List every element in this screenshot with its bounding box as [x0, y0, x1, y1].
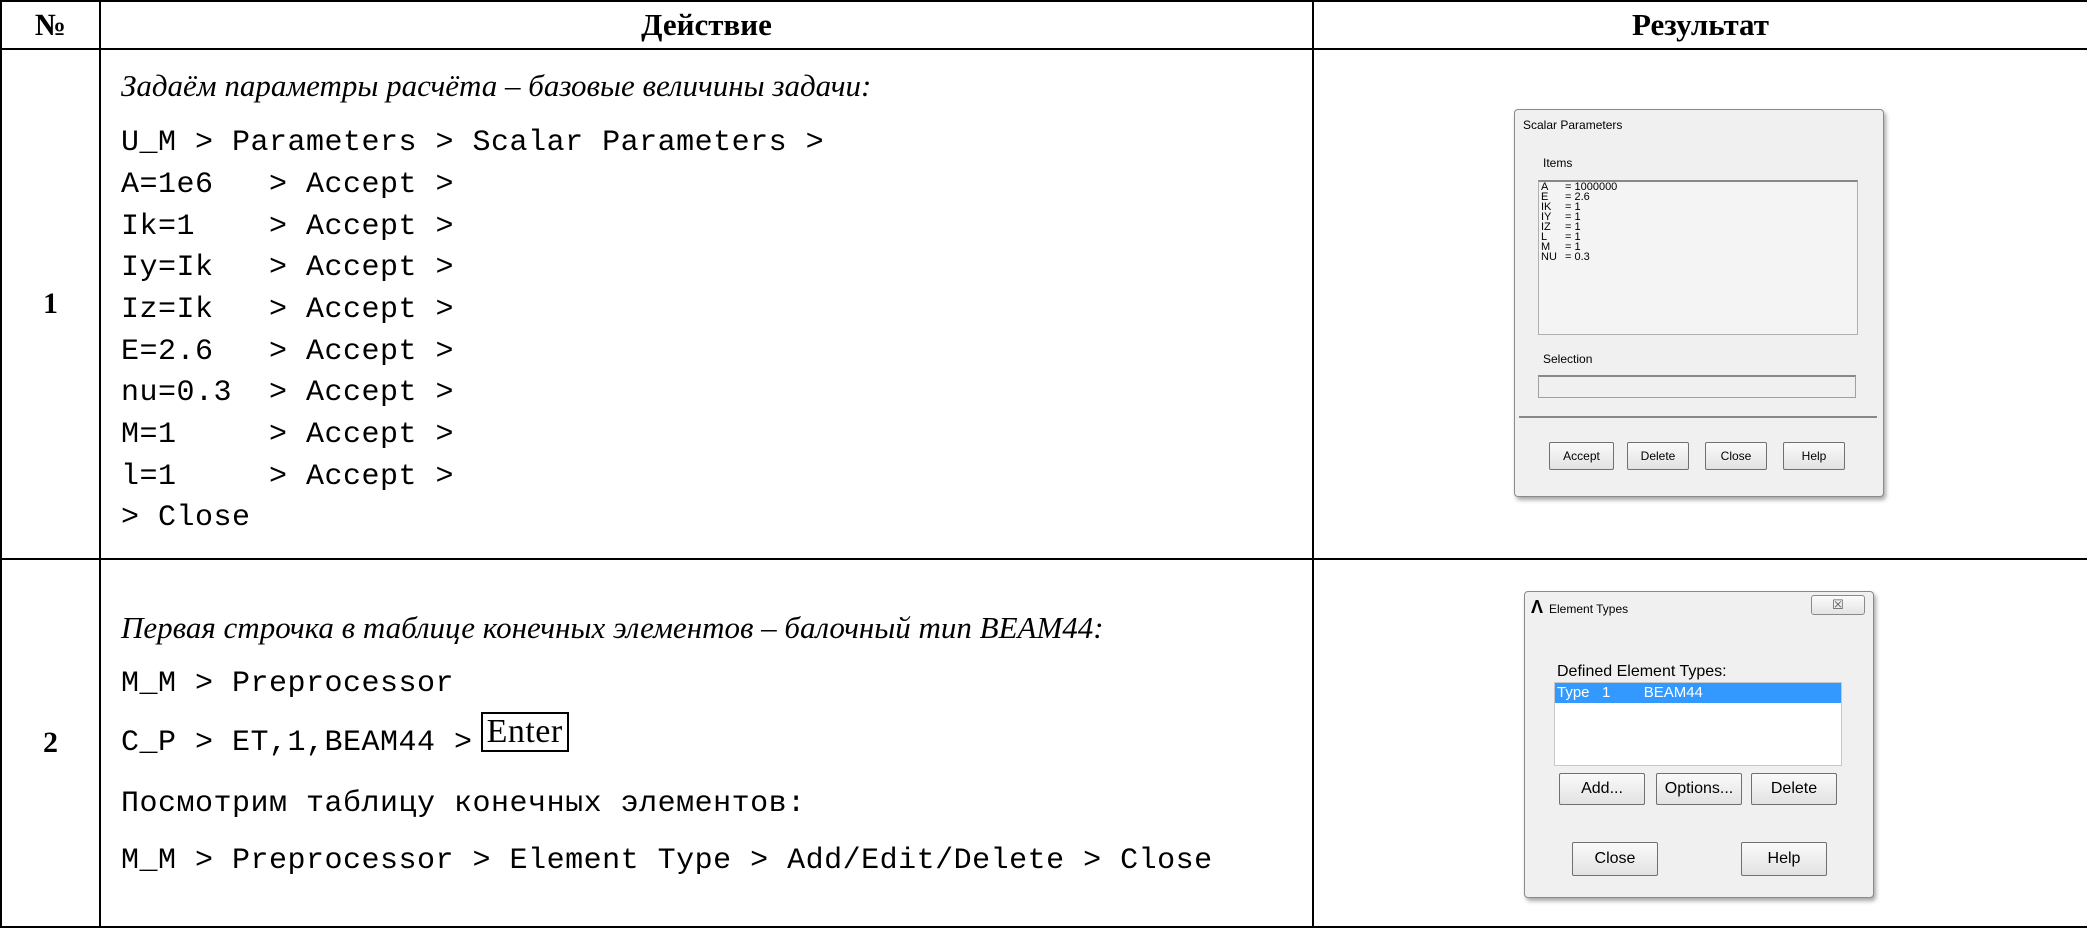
list-item[interactable]: IK = 1: [1541, 202, 1857, 213]
help-button[interactable]: Help: [1741, 842, 1827, 876]
element-types-list[interactable]: Type 1 BEAM44: [1554, 682, 1842, 766]
command-line: M=1 > Accept >: [121, 418, 455, 452]
command-line: Iz=Ik > Accept >: [121, 293, 455, 327]
note-line: Посмотрим таблицу конечных элементов:: [121, 787, 806, 821]
header-action: Действие: [99, 0, 1314, 50]
command-line: M_M > Preprocessor > Element Type > Add/…: [121, 844, 1213, 878]
accept-button[interactable]: Accept: [1549, 442, 1614, 470]
command-line: Iy=Ik > Accept >: [121, 251, 455, 285]
row-intro: Задаём параметры расчёта – базовые велич…: [121, 68, 872, 103]
command-line: M_M > Preprocessor: [121, 667, 455, 701]
selection-input[interactable]: [1538, 375, 1856, 398]
delete-button[interactable]: Delete: [1751, 773, 1837, 805]
list-item[interactable]: NU = 0.3: [1541, 252, 1857, 263]
list-item-selected[interactable]: Type 1 BEAM44: [1555, 683, 1841, 703]
ansys-logo-icon: Λ: [1531, 597, 1544, 617]
command-line: C_P > ET,1,BEAM44 > Enter: [121, 712, 569, 760]
selection-label: Selection: [1543, 352, 1593, 366]
dialog-title: Scalar Parameters: [1523, 118, 1623, 132]
action-cell: Задаём параметры расчёта – базовые велич…: [99, 48, 1314, 560]
command-line: A=1e6 > Accept >: [121, 168, 455, 202]
row-number: 1: [0, 48, 101, 560]
element-types-dialog: Λ Element Types ☒ Defined Element Types:…: [1524, 591, 1874, 898]
enter-key: Enter: [480, 712, 569, 752]
command-text: C_P > ET,1,BEAM44 >: [121, 726, 473, 760]
dialog-title: Element Types: [1549, 602, 1629, 616]
close-button[interactable]: Close: [1705, 442, 1767, 470]
command-line: Ik=1 > Accept >: [121, 210, 455, 244]
header-row: № Действие Результат: [0, 0, 2087, 50]
command-line: > Close: [121, 501, 251, 535]
options-button[interactable]: Options...: [1656, 773, 1742, 805]
separator: [1519, 416, 1877, 418]
items-list[interactable]: A = 1000000 E = 2.6 IK = 1 IY = 1 IZ = 1 L = 1…: [1538, 180, 1858, 335]
list-item[interactable]: IZ = 1: [1541, 222, 1857, 233]
row-intro: Первая строчка в таблице конечных элемен…: [121, 610, 1104, 645]
row-number: 2: [0, 558, 101, 928]
action-cell: Первая строчка в таблице конечных элемен…: [99, 558, 1314, 928]
command-line: nu=0.3 > Accept >: [121, 376, 455, 410]
items-label: Items: [1543, 156, 1573, 170]
help-button[interactable]: Help: [1783, 442, 1845, 470]
list-item[interactable]: IY = 1: [1541, 212, 1857, 223]
command-line: l=1 > Accept >: [121, 460, 455, 494]
close-icon[interactable]: ☒: [1811, 595, 1865, 615]
list-item[interactable]: E = 2.6: [1541, 192, 1857, 203]
add-button[interactable]: Add...: [1559, 773, 1645, 805]
command-line: U_M > Parameters > Scalar Parameters >: [121, 126, 825, 160]
delete-button[interactable]: Delete: [1627, 442, 1689, 470]
scalar-parameters-dialog: Scalar Parameters Items A = 1000000 E = 2.…: [1514, 109, 1884, 497]
list-item[interactable]: L = 1: [1541, 232, 1857, 243]
close-button[interactable]: Close: [1572, 842, 1658, 876]
command-line: E=2.6 > Accept >: [121, 335, 455, 369]
defined-types-label: Defined Element Types:: [1557, 663, 1727, 680]
header-num: №: [0, 0, 101, 50]
header-result: Результат: [1312, 0, 2087, 50]
